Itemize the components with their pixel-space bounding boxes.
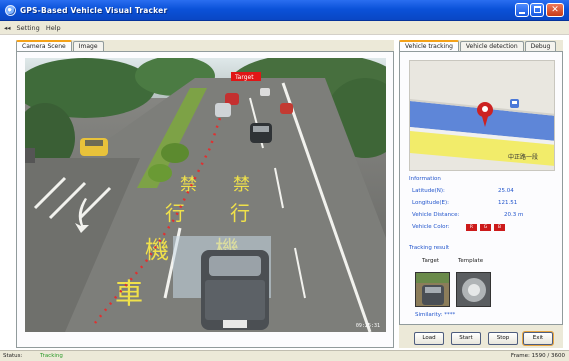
tracking-label: Target bbox=[234, 74, 254, 81]
close-button[interactable]: ✕ bbox=[546, 3, 564, 17]
title-bar: GPS-Based Vehicle Visual Tracker ✕ bbox=[0, 0, 569, 21]
camera-video-frame: 禁 禁 行 行 機 機 車 bbox=[25, 58, 386, 332]
menu-item-collapse[interactable]: ◂◂ bbox=[4, 24, 11, 32]
start-button[interactable]: Start bbox=[451, 332, 481, 345]
similarity-label: Similarity: **** bbox=[415, 312, 456, 318]
menu-bar: ◂◂ Setting Help bbox=[0, 21, 569, 35]
tab-image[interactable]: Image bbox=[72, 41, 104, 51]
vehicle-color-label: Vehicle Color: bbox=[412, 224, 450, 230]
road-text-3: 行 bbox=[165, 201, 185, 225]
road-text-4: 行 bbox=[230, 201, 250, 225]
close-icon: ✕ bbox=[551, 5, 559, 15]
menu-item-help[interactable]: Help bbox=[46, 24, 61, 32]
target-thumbnail bbox=[415, 272, 450, 307]
road-text-7: 車 bbox=[115, 277, 143, 310]
distance-label: Vehicle Distance: bbox=[412, 212, 460, 218]
template-caption: Template bbox=[458, 258, 484, 264]
tab-vehicle-tracking[interactable]: Vehicle tracking bbox=[399, 40, 459, 51]
color-badge-g: G bbox=[480, 224, 491, 231]
camera-panel: Camera Scene Image 禁 禁 行 行 機 車 Target 09… bbox=[16, 40, 394, 348]
map-image: 中正路一段 bbox=[410, 61, 554, 170]
camera-tabs: Camera Scene Image bbox=[16, 40, 394, 51]
status-value: Tracking bbox=[40, 353, 63, 359]
camera-tab-body: 禁 禁 行 行 機 機 車 bbox=[16, 51, 394, 348]
app-icon bbox=[5, 4, 16, 16]
maximize-icon bbox=[533, 6, 541, 13]
map-street-label: 中正路一段 bbox=[508, 153, 538, 161]
road-text-2: 禁 bbox=[233, 175, 250, 195]
minimize-button[interactable] bbox=[515, 3, 529, 17]
status-label: Status: bbox=[3, 353, 23, 359]
tab-debug[interactable]: Debug bbox=[524, 41, 557, 51]
minimize-icon bbox=[519, 12, 525, 14]
template-thumbnail bbox=[456, 272, 491, 307]
video-timestamp: 09:25:31 bbox=[355, 323, 380, 329]
longitude-label: Longitude(E): bbox=[412, 200, 449, 206]
match-heading: Tracking result bbox=[409, 245, 450, 251]
latitude-value: 25.04 bbox=[498, 188, 514, 194]
tracking-tabs: Vehicle tracking Vehicle detection Debug bbox=[399, 40, 563, 51]
tab-camera-scene[interactable]: Camera Scene bbox=[16, 40, 72, 51]
target-caption: Target bbox=[422, 258, 440, 264]
road-scene-image: 禁 禁 行 行 機 機 車 bbox=[25, 58, 386, 332]
longitude-value: 121.51 bbox=[498, 200, 518, 206]
window-title: GPS-Based Vehicle Visual Tracker bbox=[20, 5, 168, 15]
latitude-label: Latitude(N): bbox=[412, 188, 445, 194]
road-text-5: 機 bbox=[145, 236, 169, 264]
tracking-tab-body: 中正路一段 Information Latitude(N): 25.04 Lon… bbox=[399, 51, 563, 325]
maximize-button[interactable] bbox=[530, 3, 544, 17]
color-badge-b: B bbox=[494, 224, 505, 231]
stop-button[interactable]: Stop bbox=[488, 332, 518, 345]
frame-counter: Frame: 1590 / 3600 bbox=[510, 353, 565, 359]
color-badge-r: R bbox=[466, 224, 477, 231]
tab-vehicle-detection[interactable]: Vehicle detection bbox=[459, 41, 524, 51]
load-button[interactable]: Load bbox=[414, 332, 444, 345]
tracking-panel: Vehicle tracking Vehicle detection Debug… bbox=[399, 40, 563, 348]
exit-button[interactable]: Exit bbox=[522, 331, 554, 346]
info-heading: Information bbox=[409, 176, 441, 182]
status-bar: Status: Tracking Frame: 1590 / 3600 bbox=[0, 350, 569, 361]
menu-item-setting[interactable]: Setting bbox=[17, 24, 40, 32]
distance-value: 20.3 m bbox=[504, 212, 524, 218]
gps-map[interactable]: 中正路一段 bbox=[409, 60, 555, 171]
